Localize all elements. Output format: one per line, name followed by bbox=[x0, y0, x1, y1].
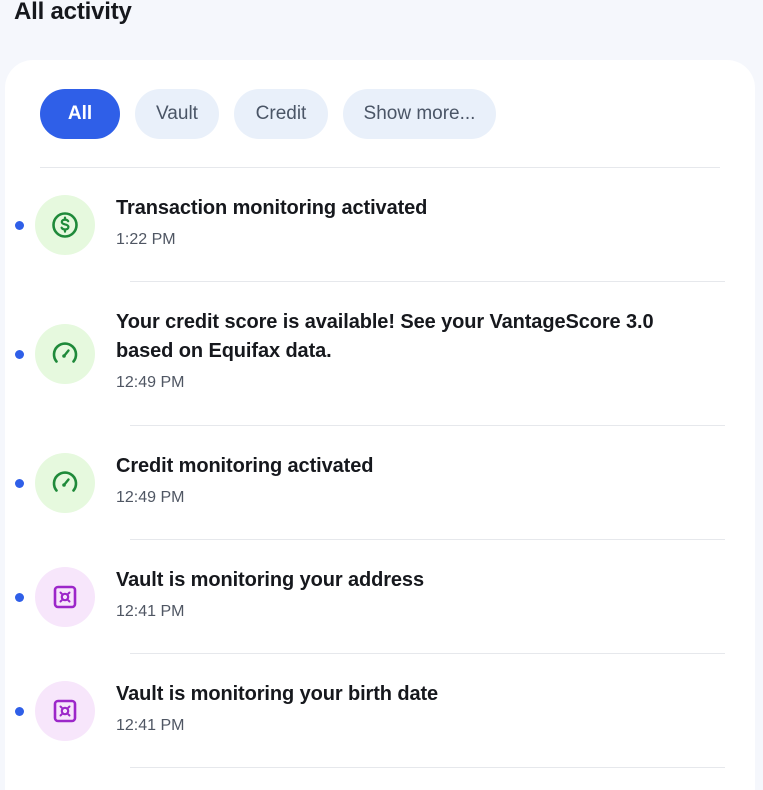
activity-title: Transaction monitoring activated bbox=[116, 197, 428, 219]
page-title: All activity bbox=[14, 0, 132, 25]
activity-item[interactable]: Your credit score is available! See your… bbox=[5, 282, 755, 426]
unread-dot bbox=[15, 593, 24, 602]
activity-time: 12:41 PM bbox=[116, 603, 185, 620]
activity-title: Credit monitoring activated bbox=[116, 455, 374, 477]
unread-dot bbox=[15, 221, 24, 230]
filter-vault[interactable]: Vault bbox=[135, 89, 219, 139]
activity-title: Vault is monitoring your address bbox=[116, 569, 424, 591]
activity-time: 12:49 PM bbox=[116, 489, 185, 506]
vault-icon bbox=[53, 699, 77, 723]
filter-chips: All Vault Credit Show more... bbox=[40, 89, 496, 139]
activity-time: 12:41 PM bbox=[116, 717, 185, 734]
activity-title: Your credit score is available! See your… bbox=[116, 311, 654, 362]
activity-icon bbox=[35, 453, 95, 513]
activity-time: 1:22 PM bbox=[116, 231, 176, 248]
row-divider bbox=[130, 767, 725, 768]
activity-icon bbox=[35, 195, 95, 255]
activity-icon bbox=[35, 324, 95, 384]
activity-title: Vault is monitoring your birth date bbox=[116, 683, 439, 705]
dollar-icon bbox=[52, 212, 78, 238]
filter-credit[interactable]: Credit bbox=[234, 89, 328, 139]
activity-time: 12:49 PM bbox=[116, 374, 185, 391]
gauge-icon bbox=[52, 471, 78, 492]
unread-dot bbox=[15, 350, 24, 359]
activity-item[interactable]: Vault is monitoring your birth date 12:4… bbox=[5, 654, 755, 768]
filter-show-more[interactable]: Show more... bbox=[343, 89, 496, 139]
activity-list: Transaction monitoring activated 1:22 PM… bbox=[5, 168, 755, 768]
gauge-icon bbox=[52, 342, 78, 363]
vault-icon bbox=[53, 585, 77, 609]
activity-card: All Vault Credit Show more... Transactio… bbox=[5, 60, 755, 790]
filter-all[interactable]: All bbox=[40, 89, 120, 139]
unread-dot bbox=[15, 479, 24, 488]
activity-icon bbox=[35, 567, 95, 627]
unread-dot bbox=[15, 707, 24, 716]
activity-item[interactable]: Transaction monitoring activated 1:22 PM bbox=[5, 168, 755, 282]
activity-icon bbox=[35, 681, 95, 741]
activity-item[interactable]: Vault is monitoring your address 12:41 P… bbox=[5, 540, 755, 654]
activity-item[interactable]: Credit monitoring activated 12:49 PM bbox=[5, 426, 755, 540]
